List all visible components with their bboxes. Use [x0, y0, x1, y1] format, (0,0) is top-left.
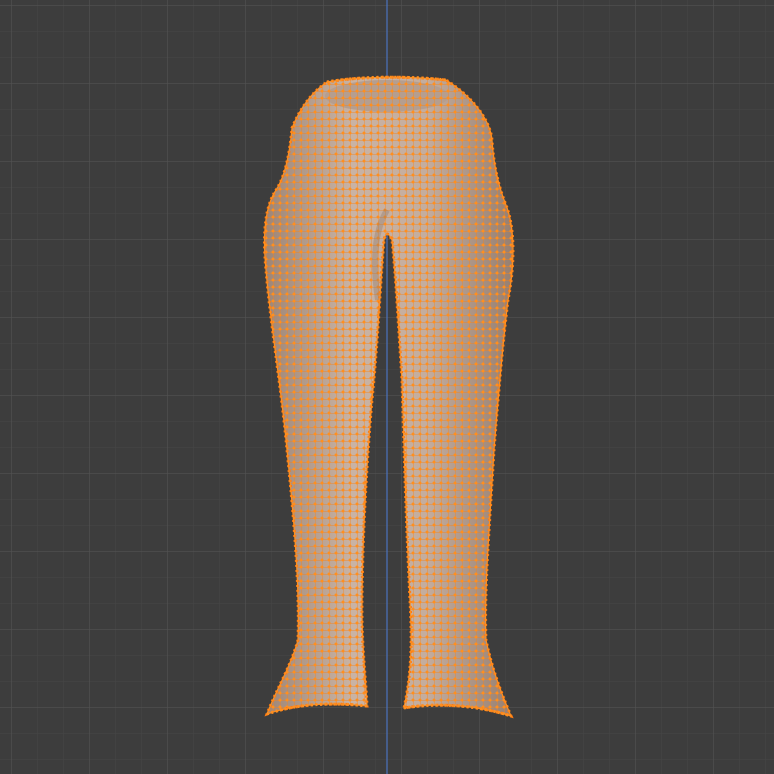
viewport-canvas[interactable]	[0, 0, 774, 774]
3d-viewport[interactable]	[0, 0, 774, 774]
